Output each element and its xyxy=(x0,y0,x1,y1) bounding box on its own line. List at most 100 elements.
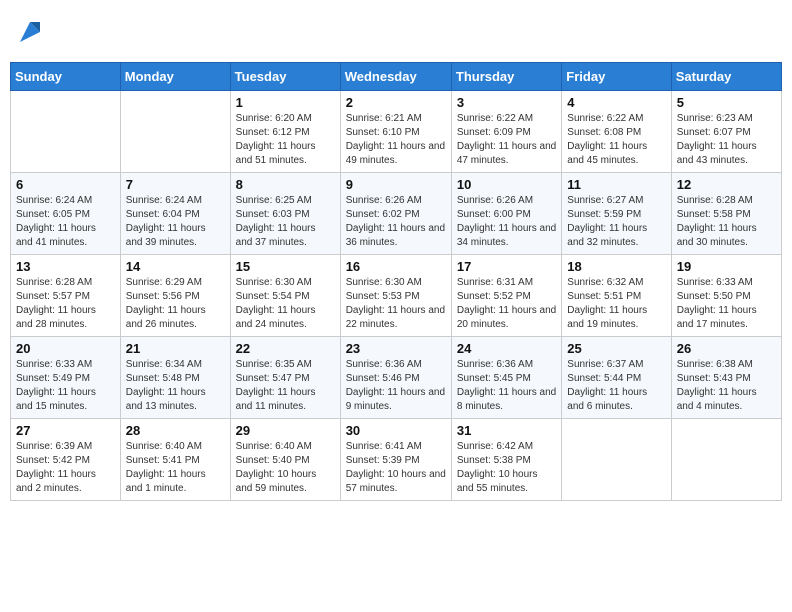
day-number: 2 xyxy=(346,95,446,110)
weekday-header-saturday: Saturday xyxy=(671,63,781,91)
day-info: Sunrise: 6:35 AMSunset: 5:47 PMDaylight:… xyxy=(236,358,335,414)
day-number: 9 xyxy=(346,177,446,192)
day-number: 29 xyxy=(236,423,335,438)
day-number: 26 xyxy=(677,341,776,356)
day-info: Sunrise: 6:22 AMSunset: 6:08 PMDaylight:… xyxy=(567,112,665,168)
week-row-4: 20 Sunrise: 6:33 AMSunset: 5:49 PMDayligh… xyxy=(11,337,782,419)
day-cell: 31 Sunrise: 6:42 AMSunset: 5:38 PMDayligh… xyxy=(451,419,561,501)
day-info: Sunrise: 6:32 AMSunset: 5:51 PMDaylight:… xyxy=(567,276,665,332)
weekday-header-row: SundayMondayTuesdayWednesdayThursdayFrid… xyxy=(11,63,782,91)
day-number: 21 xyxy=(126,341,225,356)
day-info: Sunrise: 6:23 AMSunset: 6:07 PMDaylight:… xyxy=(677,112,776,168)
day-info: Sunrise: 6:28 AMSunset: 5:58 PMDaylight:… xyxy=(677,194,776,250)
day-cell xyxy=(671,419,781,501)
day-info: Sunrise: 6:26 AMSunset: 6:00 PMDaylight:… xyxy=(457,194,556,250)
day-cell: 20 Sunrise: 6:33 AMSunset: 5:49 PMDayligh… xyxy=(11,337,121,419)
day-cell: 21 Sunrise: 6:34 AMSunset: 5:48 PMDayligh… xyxy=(120,337,230,419)
day-number: 30 xyxy=(346,423,446,438)
day-number: 11 xyxy=(567,177,665,192)
day-cell: 25 Sunrise: 6:37 AMSunset: 5:44 PMDayligh… xyxy=(562,337,671,419)
day-cell: 19 Sunrise: 6:33 AMSunset: 5:50 PMDayligh… xyxy=(671,255,781,337)
week-row-1: 1Sunrise: 6:20 AMSunset: 6:12 PMDaylight… xyxy=(11,91,782,173)
day-number: 8 xyxy=(236,177,335,192)
day-cell: 14Sunrise: 6:29 AMSunset: 5:56 PMDayligh… xyxy=(120,255,230,337)
weekday-header-wednesday: Wednesday xyxy=(340,63,451,91)
day-number: 24 xyxy=(457,341,556,356)
day-info: Sunrise: 6:38 AMSunset: 5:43 PMDaylight:… xyxy=(677,358,776,414)
day-info: Sunrise: 6:33 AMSunset: 5:49 PMDaylight:… xyxy=(16,358,115,414)
day-number: 4 xyxy=(567,95,665,110)
day-info: Sunrise: 6:30 AMSunset: 5:54 PMDaylight:… xyxy=(236,276,335,332)
day-cell: 1Sunrise: 6:20 AMSunset: 6:12 PMDaylight… xyxy=(230,91,340,173)
day-number: 10 xyxy=(457,177,556,192)
day-number: 20 xyxy=(16,341,115,356)
day-cell: 26 Sunrise: 6:38 AMSunset: 5:43 PMDayligh… xyxy=(671,337,781,419)
day-info: Sunrise: 6:21 AMSunset: 6:10 PMDaylight:… xyxy=(346,112,446,168)
day-cell: 24 Sunrise: 6:36 AMSunset: 5:45 PMDayligh… xyxy=(451,337,561,419)
day-cell: 17 Sunrise: 6:31 AMSunset: 5:52 PMDayligh… xyxy=(451,255,561,337)
page-header xyxy=(10,10,782,54)
day-number: 25 xyxy=(567,341,665,356)
day-cell: 27 Sunrise: 6:39 AMSunset: 5:42 PMDayligh… xyxy=(11,419,121,501)
day-number: 17 xyxy=(457,259,556,274)
day-cell: 10 Sunrise: 6:26 AMSunset: 6:00 PMDayligh… xyxy=(451,173,561,255)
day-number: 31 xyxy=(457,423,556,438)
day-number: 19 xyxy=(677,259,776,274)
day-number: 23 xyxy=(346,341,446,356)
day-info: Sunrise: 6:33 AMSunset: 5:50 PMDaylight:… xyxy=(677,276,776,332)
weekday-header-sunday: Sunday xyxy=(11,63,121,91)
day-number: 27 xyxy=(16,423,115,438)
day-number: 13 xyxy=(16,259,115,274)
week-row-2: 6 Sunrise: 6:24 AMSunset: 6:05 PMDaylight… xyxy=(11,173,782,255)
day-number: 12 xyxy=(677,177,776,192)
day-cell: 23 Sunrise: 6:36 AMSunset: 5:46 PMDayligh… xyxy=(340,337,451,419)
day-cell xyxy=(120,91,230,173)
day-info: Sunrise: 6:42 AMSunset: 5:38 PMDaylight:… xyxy=(457,440,556,496)
day-number: 15 xyxy=(236,259,335,274)
day-info: Sunrise: 6:25 AMSunset: 6:03 PMDaylight:… xyxy=(236,194,335,250)
day-info: Sunrise: 6:41 AMSunset: 5:39 PMDaylight:… xyxy=(346,440,446,496)
day-info: Sunrise: 6:39 AMSunset: 5:42 PMDaylight:… xyxy=(16,440,115,496)
day-number: 14 xyxy=(126,259,225,274)
day-info: Sunrise: 6:34 AMSunset: 5:48 PMDaylight:… xyxy=(126,358,225,414)
day-info: Sunrise: 6:24 AMSunset: 6:05 PMDaylight:… xyxy=(16,194,115,250)
day-cell: 5Sunrise: 6:23 AMSunset: 6:07 PMDaylight… xyxy=(671,91,781,173)
day-number: 18 xyxy=(567,259,665,274)
day-number: 28 xyxy=(126,423,225,438)
day-cell: 22 Sunrise: 6:35 AMSunset: 5:47 PMDayligh… xyxy=(230,337,340,419)
day-cell: 13 Sunrise: 6:28 AMSunset: 5:57 PMDayligh… xyxy=(11,255,121,337)
day-info: Sunrise: 6:36 AMSunset: 5:46 PMDaylight:… xyxy=(346,358,446,414)
day-number: 22 xyxy=(236,341,335,356)
day-cell: 18 Sunrise: 6:32 AMSunset: 5:51 PMDayligh… xyxy=(562,255,671,337)
day-info: Sunrise: 6:40 AMSunset: 5:40 PMDaylight:… xyxy=(236,440,335,496)
day-cell: 12 Sunrise: 6:28 AMSunset: 5:58 PMDayligh… xyxy=(671,173,781,255)
calendar-table: SundayMondayTuesdayWednesdayThursdayFrid… xyxy=(10,62,782,501)
day-info: Sunrise: 6:31 AMSunset: 5:52 PMDaylight:… xyxy=(457,276,556,332)
day-info: Sunrise: 6:20 AMSunset: 6:12 PMDaylight:… xyxy=(236,112,335,168)
day-cell: 15 Sunrise: 6:30 AMSunset: 5:54 PMDayligh… xyxy=(230,255,340,337)
day-cell: 16Sunrise: 6:30 AMSunset: 5:53 PMDayligh… xyxy=(340,255,451,337)
day-info: Sunrise: 6:27 AMSunset: 5:59 PMDaylight:… xyxy=(567,194,665,250)
day-info: Sunrise: 6:24 AMSunset: 6:04 PMDaylight:… xyxy=(126,194,225,250)
day-info: Sunrise: 6:30 AMSunset: 5:53 PMDaylight:… xyxy=(346,276,446,332)
week-row-3: 13 Sunrise: 6:28 AMSunset: 5:57 PMDayligh… xyxy=(11,255,782,337)
weekday-header-tuesday: Tuesday xyxy=(230,63,340,91)
logo xyxy=(14,18,44,46)
day-cell: 28 Sunrise: 6:40 AMSunset: 5:41 PMDayligh… xyxy=(120,419,230,501)
day-cell: 29 Sunrise: 6:40 AMSunset: 5:40 PMDayligh… xyxy=(230,419,340,501)
day-number: 7 xyxy=(126,177,225,192)
day-info: Sunrise: 6:37 AMSunset: 5:44 PMDaylight:… xyxy=(567,358,665,414)
day-cell: 6 Sunrise: 6:24 AMSunset: 6:05 PMDaylight… xyxy=(11,173,121,255)
day-info: Sunrise: 6:40 AMSunset: 5:41 PMDaylight:… xyxy=(126,440,225,496)
day-number: 6 xyxy=(16,177,115,192)
day-info: Sunrise: 6:22 AMSunset: 6:09 PMDaylight:… xyxy=(457,112,556,168)
day-info: Sunrise: 6:28 AMSunset: 5:57 PMDaylight:… xyxy=(16,276,115,332)
day-cell xyxy=(11,91,121,173)
day-info: Sunrise: 6:36 AMSunset: 5:45 PMDaylight:… xyxy=(457,358,556,414)
logo-icon xyxy=(16,18,44,46)
week-row-5: 27 Sunrise: 6:39 AMSunset: 5:42 PMDayligh… xyxy=(11,419,782,501)
day-cell: 3 Sunrise: 6:22 AMSunset: 6:09 PMDaylight… xyxy=(451,91,561,173)
day-number: 3 xyxy=(457,95,556,110)
day-info: Sunrise: 6:26 AMSunset: 6:02 PMDaylight:… xyxy=(346,194,446,250)
day-cell: 8 Sunrise: 6:25 AMSunset: 6:03 PMDaylight… xyxy=(230,173,340,255)
